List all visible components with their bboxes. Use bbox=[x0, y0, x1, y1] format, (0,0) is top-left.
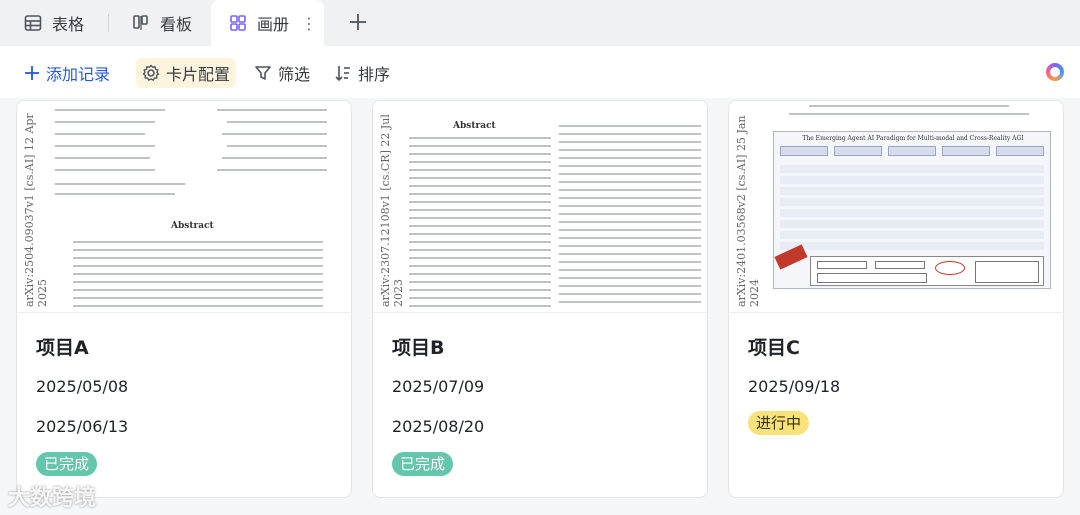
arxiv-id: arXiv:2504.09037v1 [cs.AI] 12 Apr 2025 bbox=[23, 113, 49, 307]
view-tab-bar: 表格 看板 画册 ⋮ bbox=[0, 0, 1080, 46]
toolbar: 添加记录 卡片配置 筛选 排序 bbox=[0, 46, 1080, 98]
tab-label: 看板 bbox=[160, 15, 193, 34]
card-title: 项目A bbox=[36, 337, 89, 359]
card-title: 项目B bbox=[392, 337, 445, 359]
tab-divider bbox=[108, 14, 109, 32]
arxiv-id: arXiv:2401.03568v2 [cs.AI] 25 Jan 2024 bbox=[735, 115, 761, 308]
add-record-label: 添加记录 bbox=[46, 65, 111, 84]
more-vertical-icon[interactable]: ⋮ bbox=[301, 14, 317, 33]
filter-label: 筛选 bbox=[278, 65, 311, 84]
sort-icon bbox=[335, 66, 350, 82]
paper-heading: Abstract bbox=[453, 121, 496, 131]
status-badge: 已完成 bbox=[392, 452, 454, 476]
sort-label: 排序 bbox=[358, 65, 391, 84]
filter-icon bbox=[255, 66, 271, 80]
gear-icon bbox=[142, 64, 160, 82]
gallery-icon bbox=[229, 14, 247, 32]
paradigm-diagram: The Emerging Agent AI Paradigm for Multi… bbox=[773, 131, 1051, 289]
plus-icon bbox=[25, 66, 39, 80]
kanban-icon bbox=[132, 14, 150, 32]
tab-label: 画册 bbox=[257, 15, 290, 34]
tab-table[interactable]: 表格 bbox=[24, 0, 84, 46]
card-cover-image: arXiv:2504.09037v1 [cs.AI] 12 Apr 2025 A… bbox=[17, 101, 351, 313]
sort-button[interactable]: 排序 bbox=[334, 58, 390, 88]
card-config-button[interactable]: 卡片配置 bbox=[136, 58, 237, 88]
card-end-date: 2025/06/13 bbox=[36, 417, 129, 436]
gallery-card[interactable]: arXiv:2401.03568v2 [cs.AI] 25 Jan 2024 T… bbox=[728, 100, 1064, 498]
card-end-date: 2025/08/20 bbox=[392, 417, 485, 436]
tab-kanban[interactable]: 看板 bbox=[132, 0, 192, 46]
table-icon bbox=[24, 14, 42, 32]
filter-button[interactable]: 筛选 bbox=[254, 58, 310, 88]
arxiv-id: arXiv:2307.12108v1 [cs.CR] 22 Jul 2023 bbox=[379, 114, 405, 307]
gallery-card[interactable]: arXiv:2504.09037v1 [cs.AI] 12 Apr 2025 A… bbox=[16, 100, 352, 498]
card-start-date: 2025/09/18 bbox=[748, 377, 841, 396]
ai-assistant-icon[interactable] bbox=[1046, 63, 1064, 81]
card-config-label: 卡片配置 bbox=[166, 65, 231, 84]
card-start-date: 2025/05/08 bbox=[36, 377, 129, 396]
card-cover-image: arXiv:2307.12108v1 [cs.CR] 22 Jul 2023 A… bbox=[373, 101, 707, 313]
gallery-card[interactable]: arXiv:2307.12108v1 [cs.CR] 22 Jul 2023 A… bbox=[372, 100, 708, 498]
tab-gallery[interactable]: 画册 ⋮ bbox=[211, 0, 324, 46]
status-badge: 进行中 bbox=[748, 411, 810, 435]
tab-label: 表格 bbox=[52, 15, 85, 34]
diagram-title: The Emerging Agent AI Paradigm for Multi… bbox=[802, 135, 1024, 142]
paper-heading: Abstract bbox=[171, 221, 214, 231]
card-title: 项目C bbox=[748, 337, 800, 359]
card-cover-image: arXiv:2401.03568v2 [cs.AI] 25 Jan 2024 T… bbox=[729, 101, 1063, 313]
gallery-view: arXiv:2504.09037v1 [cs.AI] 12 Apr 2025 A… bbox=[0, 98, 1080, 515]
card-start-date: 2025/07/09 bbox=[392, 377, 485, 396]
watermark: 大数跨境 bbox=[8, 486, 97, 511]
add-record-button[interactable]: 添加记录 bbox=[24, 58, 110, 88]
status-badge: 已完成 bbox=[36, 452, 98, 476]
add-view-icon[interactable] bbox=[348, 12, 368, 32]
